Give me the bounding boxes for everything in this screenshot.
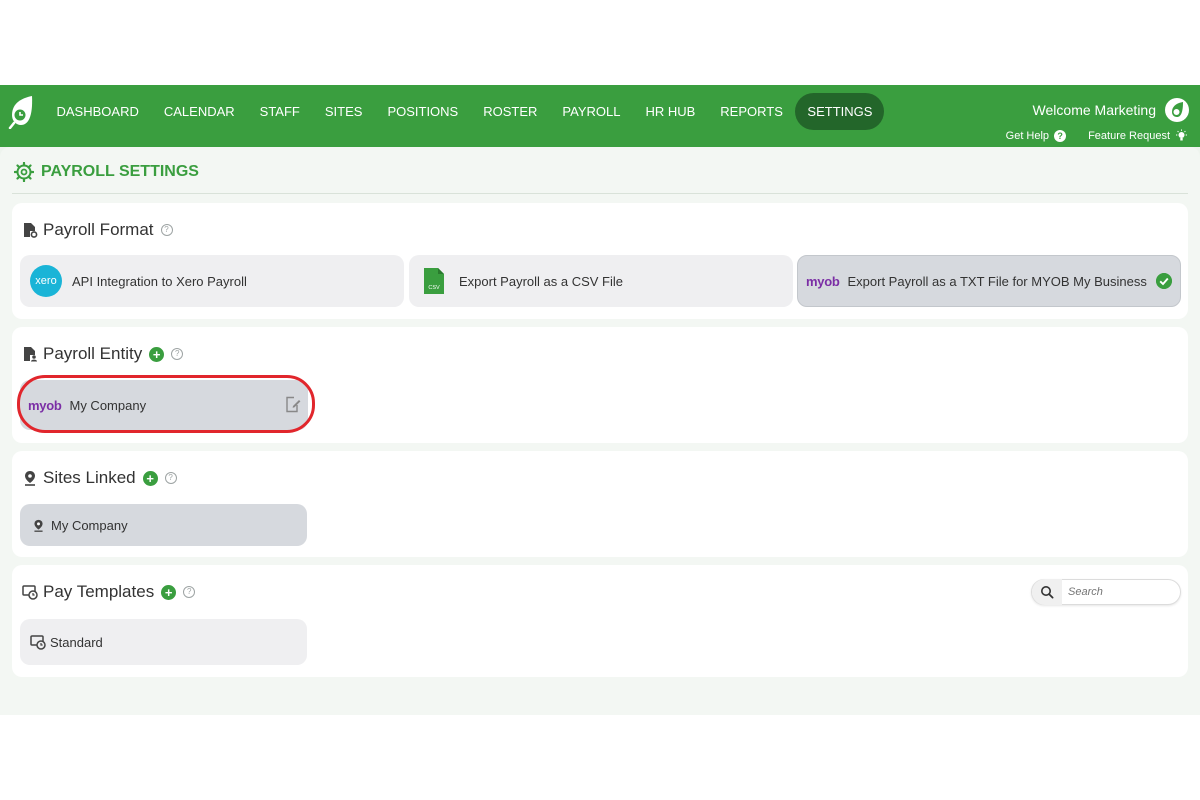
payroll-format-help-icon[interactable]: ? (160, 224, 173, 236)
welcome-text: Welcome Marketing (1032, 102, 1156, 118)
template-standard[interactable]: Standard (20, 619, 307, 665)
top-nav: DASHBOARD CALENDAR STAFF SITES POSITIONS… (0, 85, 1200, 147)
nav-positions[interactable]: POSITIONS (375, 93, 471, 130)
search-input[interactable] (1062, 586, 1172, 598)
format-option-xero[interactable]: xero API Integration to Xero Payroll (20, 255, 404, 307)
nav-sites[interactable]: SITES (312, 93, 375, 130)
page-title: PAYROLL SETTINGS (14, 162, 199, 182)
template-name: Standard (50, 634, 103, 650)
gear-icon (14, 162, 34, 182)
sites-linked-title: Sites Linked (43, 468, 136, 487)
map-pin-icon (34, 519, 43, 532)
search-icon[interactable] (1032, 579, 1062, 605)
format-option-csv[interactable]: CSV Export Payroll as a CSV File (409, 255, 793, 307)
lightbulb-icon (1176, 129, 1187, 141)
csv-file-icon: CSV (424, 268, 444, 294)
check-circle-icon (1156, 273, 1172, 289)
payroll-entity-card: Payroll Entity + ? myob My Company (12, 327, 1188, 443)
nav-dashboard[interactable]: DASHBOARD (44, 93, 151, 130)
add-site-button[interactable]: + (142, 470, 158, 486)
get-help-label: Get Help (1005, 129, 1050, 142)
sites-linked-header: Sites Linked + ? (22, 468, 177, 488)
sites-linked-help-icon[interactable]: ? (164, 472, 177, 484)
app-logo-icon[interactable] (8, 95, 34, 129)
help-icon: ? (1054, 129, 1067, 142)
pay-templates-header: Pay Templates + ? (22, 582, 196, 602)
highlight-ring (17, 375, 315, 433)
map-pin-icon (25, 471, 35, 486)
format-option-myob[interactable]: myob Export Payroll as a TXT File for MY… (797, 255, 1181, 307)
myob-logo-icon: myob (806, 273, 840, 289)
feature-request-link[interactable]: Feature Request (1088, 129, 1188, 142)
payroll-format-header: Payroll Format ? (22, 220, 173, 240)
money-clock-icon (30, 635, 46, 650)
nav-settings[interactable]: SETTINGS (795, 93, 885, 130)
payroll-entity-help-icon[interactable]: ? (171, 348, 184, 360)
header-sub-links: Get Help ? Feature Request (1006, 129, 1188, 142)
nav-reports[interactable]: REPORTS (708, 93, 796, 130)
nav-staff[interactable]: STAFF (247, 93, 312, 130)
sites-linked-card: Sites Linked + ? My Company (12, 451, 1188, 557)
app-window: DASHBOARD CALENDAR STAFF SITES POSITIONS… (0, 85, 1200, 715)
payroll-entity-header: Payroll Entity + ? (22, 344, 184, 364)
money-clock-icon (22, 585, 38, 600)
page-title-text: PAYROLL SETTINGS (41, 163, 199, 180)
format-option-xero-label: API Integration to Xero Payroll (72, 273, 247, 289)
title-divider (12, 193, 1188, 194)
format-option-csv-label: Export Payroll as a CSV File (459, 273, 624, 289)
get-help-link[interactable]: Get Help ? (1005, 129, 1067, 142)
payroll-entity-title: Payroll Entity (43, 344, 143, 363)
payroll-format-card: Payroll Format ? xero API Integration to… (12, 203, 1188, 319)
payroll-format-title: Payroll Format (43, 220, 154, 239)
nav-roster[interactable]: ROSTER (471, 93, 550, 130)
file-user-icon (24, 347, 37, 362)
svg-text:CSV: CSV (428, 285, 440, 291)
nav-hr-hub[interactable]: HR HUB (633, 93, 708, 130)
xero-logo-icon: xero (30, 265, 62, 297)
site-name: My Company (51, 517, 128, 533)
format-option-myob-label: Export Payroll as a TXT File for MYOB My… (847, 273, 1147, 289)
nav-calendar[interactable]: CALENDAR (151, 93, 247, 130)
site-my-company[interactable]: My Company (20, 504, 307, 546)
nav-payroll[interactable]: PAYROLL (550, 93, 633, 130)
pay-templates-title: Pay Templates (43, 582, 155, 601)
file-settings-icon (24, 223, 38, 238)
pay-templates-help-icon[interactable]: ? (183, 586, 196, 598)
add-template-button[interactable]: + (161, 584, 177, 600)
feature-request-label: Feature Request (1088, 129, 1170, 142)
add-entity-button[interactable]: + (149, 346, 165, 362)
template-search (1031, 579, 1181, 605)
user-avatar-icon[interactable] (1164, 97, 1190, 123)
nav-menu: DASHBOARD CALENDAR STAFF SITES POSITIONS… (44, 93, 885, 130)
pay-templates-card: Pay Templates + ? St (12, 565, 1188, 677)
main-content: PAYROLL SETTINGS Payroll Format ? xero A… (0, 147, 1200, 715)
